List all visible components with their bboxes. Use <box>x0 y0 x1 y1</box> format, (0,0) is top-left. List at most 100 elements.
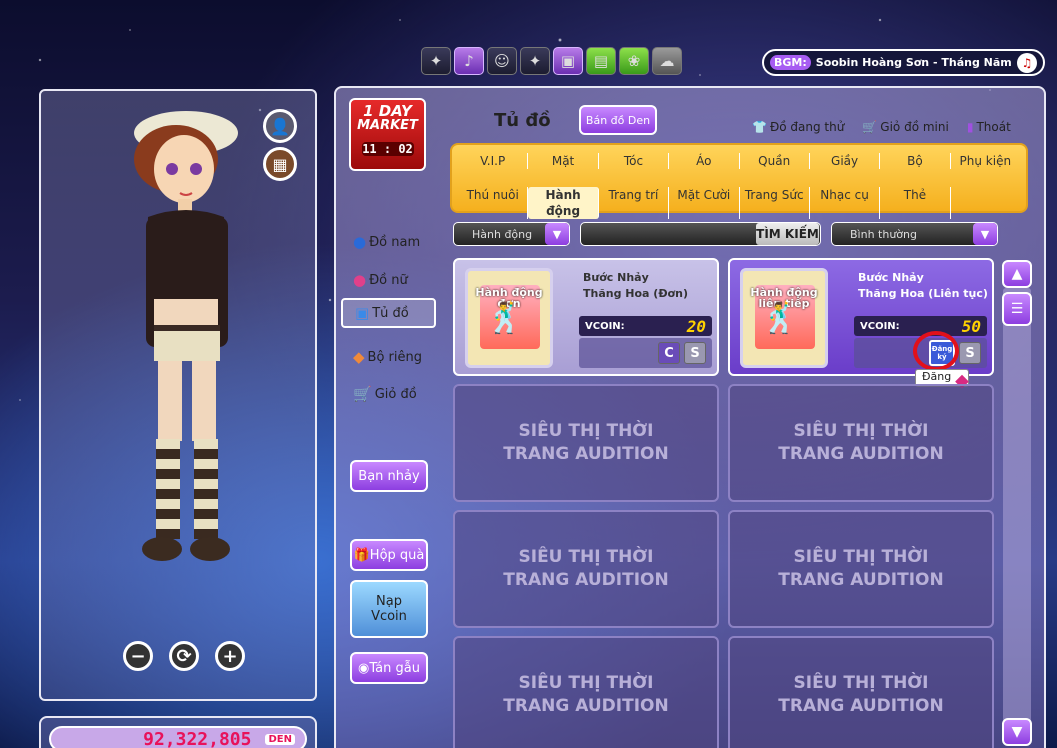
scroll-thumb[interactable]: ☰ <box>1002 292 1032 326</box>
tab-jewelry[interactable]: Trang Sức <box>740 187 810 219</box>
item-price: VCOIN: 50 <box>854 316 987 336</box>
tab-decor[interactable]: Trang trí <box>599 187 670 219</box>
trying-link[interactable]: 👕 Đồ đang thử <box>752 120 844 134</box>
top-links: 👕 Đồ đang thử 🛒 Giỏ đồ mini ▮ Thoát <box>752 120 1011 134</box>
scrollbar-track[interactable] <box>1003 288 1031 722</box>
money-panel: 92,322,805 DEN <box>39 716 317 748</box>
empty-slot: SIÊU THỊ THỜI TRANG AUDITION <box>728 636 994 748</box>
zoom-in-icon[interactable]: + <box>215 641 245 671</box>
type-dropdown-value: Hành động <box>472 227 533 241</box>
nav-male[interactable]: ● Đồ nam <box>341 227 436 257</box>
tab-face[interactable]: Mặt <box>528 153 599 169</box>
trying-label: Đồ đang thử <box>769 120 845 134</box>
item-name: Bước Nhảy Thăng Hoa (Liên tục) <box>858 271 988 300</box>
topup-label-2: Vcoin <box>371 609 407 624</box>
tab-smiley[interactable]: Mặt Cười <box>669 187 740 219</box>
cart-icon: 🛒 <box>862 120 878 134</box>
exit-icon: ▮ <box>966 120 974 134</box>
private-set-icon: ◆ <box>353 348 365 366</box>
nav-private-label: Bộ riêng <box>367 349 422 365</box>
nav-cart-label: Giỏ đồ <box>374 386 417 402</box>
item-thumbnail: Hành động đơn 🕺 <box>465 268 553 368</box>
tab-action[interactable]: Hành động <box>528 187 599 219</box>
send-button[interactable]: S <box>959 342 981 364</box>
music-toggle-icon[interactable]: ♫ <box>1017 52 1037 73</box>
tab-card[interactable]: Thẻ <box>880 187 951 219</box>
page-title: Tủ đồ <box>494 110 551 131</box>
khuvuon-icon[interactable]: ❀ <box>619 47 649 75</box>
gift-tv-icon[interactable]: ▣ <box>553 47 583 75</box>
nav-private[interactable]: ◆ Bộ riêng <box>341 342 436 372</box>
topup-label-1: Nạp <box>376 594 402 609</box>
tab-empty <box>951 187 1020 219</box>
tab-shirt[interactable]: Áo <box>669 153 740 169</box>
tab-vip[interactable]: V.I.P <box>458 153 529 169</box>
category-tabs: V.I.P Mặt Tóc Áo Quần Giầy Bộ Phụ kiện T… <box>450 143 1028 219</box>
chevron-down-icon: ▼ <box>545 223 569 245</box>
exit-link[interactable]: ▮ Thoát <box>967 120 1011 134</box>
wardrobe-icon: ▣ <box>355 304 370 322</box>
top-toolbar: ✦ ♪ ☺ ✦ ▣ ▤ ❀ ☁ <box>421 47 682 75</box>
nav-female[interactable]: ● Đồ nữ <box>341 265 436 295</box>
nav-wardrobe-label: Tủ đồ <box>372 305 409 321</box>
exit-label: Thoát <box>976 120 1011 134</box>
dark-icon[interactable]: ✦ <box>421 47 451 75</box>
photo-icon[interactable]: ▤ <box>586 47 616 75</box>
shirt-icon: 👕 <box>752 120 767 134</box>
scroll-down-button[interactable]: ▼ <box>1002 718 1032 746</box>
tab-hair[interactable]: Tóc <box>599 153 670 169</box>
dance-partner-button[interactable]: Bạn nhảy <box>350 460 428 492</box>
scroll-up-button[interactable]: ▲ <box>1002 260 1032 288</box>
sort-dropdown[interactable]: Bình thường ▼ <box>831 222 998 246</box>
buy-button[interactable]: C <box>658 342 680 364</box>
item-price: VCOIN: 20 <box>579 316 712 336</box>
avatar-character <box>134 111 238 561</box>
bgm-song: Soobin Hoàng Sơn - Tháng Năm <box>815 56 1012 69</box>
tab-instrument[interactable]: Nhạc cụ <box>810 187 881 219</box>
tab-pants[interactable]: Quần <box>740 153 810 169</box>
item-thumbnail: Hành động liên tiếp 🕺 <box>740 268 828 368</box>
chat-button[interactable]: ◉ Tán gẫu <box>350 652 428 684</box>
den-amount: 92,322,805 <box>143 728 252 748</box>
item-card[interactable]: Hành động đơn 🕺 Bước Nhảy Thăng Hoa (Đơn) … <box>453 258 719 376</box>
tab-accessory[interactable]: Phụ kiện <box>951 153 1020 169</box>
type-dropdown[interactable]: Hành động ▼ <box>453 222 570 246</box>
bgm-bar: BGM: Soobin Hoàng Sơn - Tháng Năm ♫ <box>762 49 1045 76</box>
chat-label: Tán gẫu <box>369 660 420 676</box>
one-day-market-button[interactable]: 1 DAY MARKET 11 : 02 <box>349 98 426 171</box>
cart-icon: 🛒 <box>353 385 372 403</box>
empty-slot: SIÊU THỊ THỜI TRANG AUDITION <box>453 636 719 748</box>
mini-cart-label: Giỏ đồ mini <box>880 120 949 134</box>
male-icon: ● <box>353 233 367 251</box>
dancer-icon: 🕺 <box>761 301 799 336</box>
rotate-icon[interactable]: ⟳ <box>169 641 199 671</box>
mini-cart-link[interactable]: 🛒 Giỏ đồ mini <box>862 120 948 134</box>
gift-box-label: Hộp quà <box>369 547 425 563</box>
gift-box-button[interactable]: 🎁 Hộp quà <box>350 539 428 571</box>
item-name: Bước Nhảy Thăng Hoa (Đơn) <box>583 271 688 300</box>
nav-male-label: Đồ nam <box>369 234 421 250</box>
zoom-out-icon[interactable]: − <box>123 641 153 671</box>
purple-icon[interactable]: ♪ <box>454 47 484 75</box>
nav-cart[interactable]: 🛒 Giỏ đồ <box>341 379 436 409</box>
topup-vcoin-button[interactable]: Nạp Vcoin <box>350 580 428 638</box>
tab-pet[interactable]: Thú nuôi <box>458 187 529 219</box>
empty-slot: SIÊU THỊ THỜI TRANG AUDITION <box>453 510 719 628</box>
tab-shoes[interactable]: Giầy <box>810 153 881 169</box>
search-button[interactable]: TÌM KIẾM <box>756 223 819 245</box>
chat-icon: ◉ <box>358 660 370 676</box>
sell-den-button[interactable]: Bán đồ Den <box>579 105 657 135</box>
empty-slot: SIÊU THỊ THỜI TRANG AUDITION <box>728 510 994 628</box>
market-timer: 11 : 02 <box>361 142 414 156</box>
bgm-label: BGM: <box>770 55 811 70</box>
cloud-icon[interactable]: ☁ <box>652 47 682 75</box>
empty-slot: SIÊU THỊ THỜI TRANG AUDITION <box>728 384 994 502</box>
tab-set[interactable]: Bộ <box>880 153 951 169</box>
face-icon[interactable]: ☺ <box>487 47 517 75</box>
empty-slot: SIÊU THỊ THỜI TRANG AUDITION <box>453 384 719 502</box>
nav-wardrobe[interactable]: ▣ Tủ đồ <box>341 298 436 328</box>
dark-icon[interactable]: ✦ <box>520 47 550 75</box>
send-button[interactable]: S <box>684 342 706 364</box>
market-line2: MARKET <box>357 118 418 133</box>
gift-icon: 🎁 <box>353 547 370 563</box>
